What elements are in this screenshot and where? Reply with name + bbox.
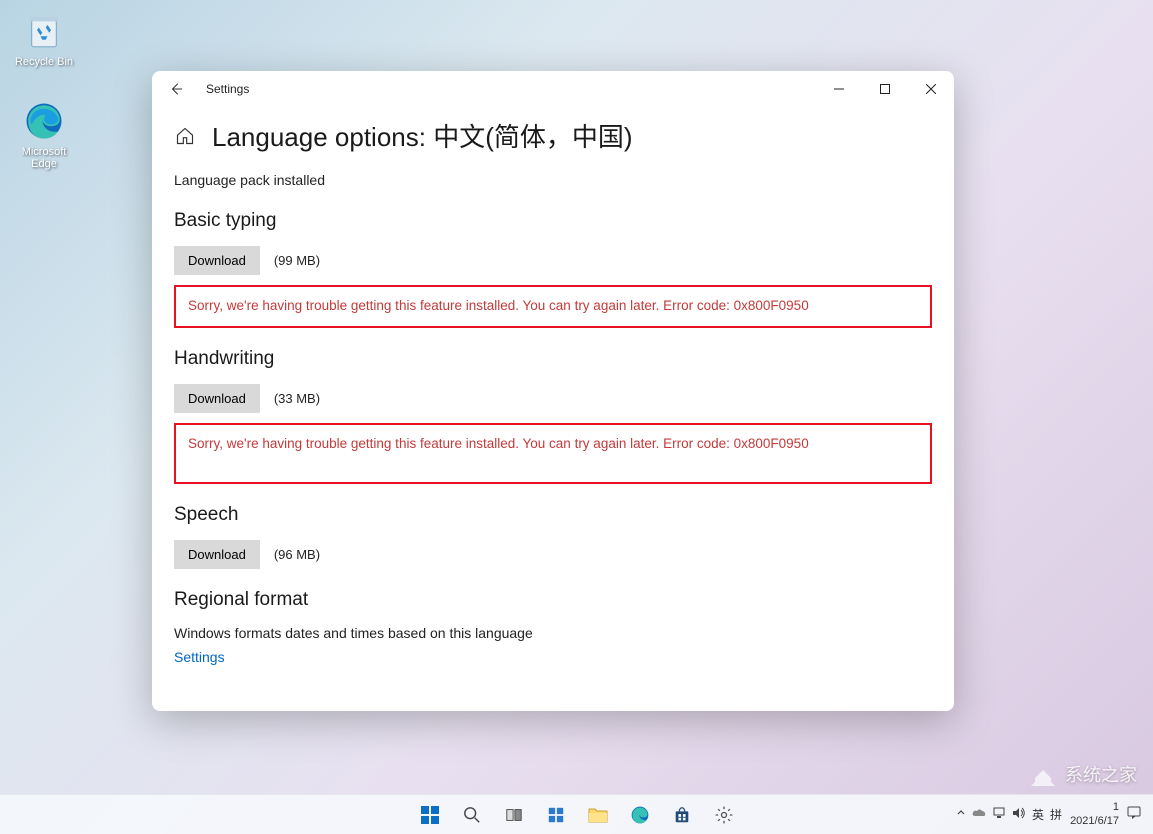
ime-lang[interactable]: 英 [1032,806,1044,823]
widgets-button[interactable] [538,797,574,833]
pack-status: Language pack installed [174,172,932,188]
section-regional-format: Regional format Windows formats dates an… [174,589,932,667]
download-button[interactable]: Download [174,384,260,413]
system-tray: 英 拼 1 2021/6/17 [956,801,1153,827]
minimize-button[interactable] [816,71,862,107]
regional-description: Windows formats dates and times based on… [174,625,932,641]
section-heading: Basic typing [174,210,932,232]
store-button[interactable] [664,797,700,833]
search-button[interactable] [454,797,490,833]
error-highlight: Sorry, we're having trouble getting this… [174,285,932,328]
volume-icon[interactable] [1012,807,1026,822]
watermark: 系统之家 [1027,758,1137,790]
section-handwriting: Handwriting Download (33 MB) Sorry, we'r… [174,348,932,484]
desktop-icon-label: Microsoft Edge [10,146,78,170]
window-controls [816,71,954,107]
page-title: Language options: 中文(简体，中国) [212,117,633,154]
watermark-text: 系统之家 [1065,761,1137,787]
start-button[interactable] [412,797,448,833]
download-button[interactable]: Download [174,246,260,275]
error-message: Sorry, we're having trouble getting this… [188,435,918,454]
task-view-button[interactable] [496,797,532,833]
settings-taskbar-button[interactable] [706,797,742,833]
watermark-icon [1027,758,1059,790]
clock[interactable]: 1 2021/6/17 [1070,801,1119,827]
desktop-icon-label: Recycle Bin [10,56,78,68]
notifications-icon[interactable] [1127,806,1141,823]
download-size: (33 MB) [274,391,320,406]
taskbar: 英 拼 1 2021/6/17 [0,794,1153,834]
network-icon[interactable] [992,807,1006,822]
window-title: Settings [206,82,249,96]
close-button[interactable] [908,71,954,107]
edge-taskbar-button[interactable] [622,797,658,833]
clock-date: 2021/6/17 [1070,815,1119,828]
section-heading: Speech [174,504,932,526]
clock-time: 1 [1070,801,1119,814]
explorer-button[interactable] [580,797,616,833]
ime-mode[interactable]: 拼 [1050,806,1062,823]
section-speech: Speech Download (96 MB) [174,504,932,569]
desktop-icon-edge[interactable]: Microsoft Edge [10,100,78,170]
onedrive-icon[interactable] [972,808,986,821]
download-size: (96 MB) [274,547,320,562]
back-button[interactable] [164,77,188,101]
section-heading: Regional format [174,589,932,611]
settings-link[interactable]: Settings [174,649,225,665]
home-icon[interactable] [174,125,196,147]
titlebar: Settings [152,71,954,107]
tray-chevron-icon[interactable] [956,808,966,821]
error-highlight: Sorry, we're having trouble getting this… [174,423,932,484]
recycle-bin-icon [23,10,65,52]
desktop: Recycle Bin Microsoft Edge Settings [0,0,1153,834]
download-button[interactable]: Download [174,540,260,569]
edge-icon [23,100,65,142]
maximize-button[interactable] [862,71,908,107]
settings-window: Settings Language options: 中文(简体，中国) [152,71,954,711]
error-message: Sorry, we're having trouble getting this… [188,297,918,316]
content-area: Language options: 中文(简体，中国) Language pac… [152,117,954,707]
download-size: (99 MB) [274,253,320,268]
section-heading: Handwriting [174,348,932,370]
section-basic-typing: Basic typing Download (99 MB) Sorry, we'… [174,210,932,328]
taskbar-center [412,795,742,834]
desktop-icon-recycle-bin[interactable]: Recycle Bin [10,10,78,68]
